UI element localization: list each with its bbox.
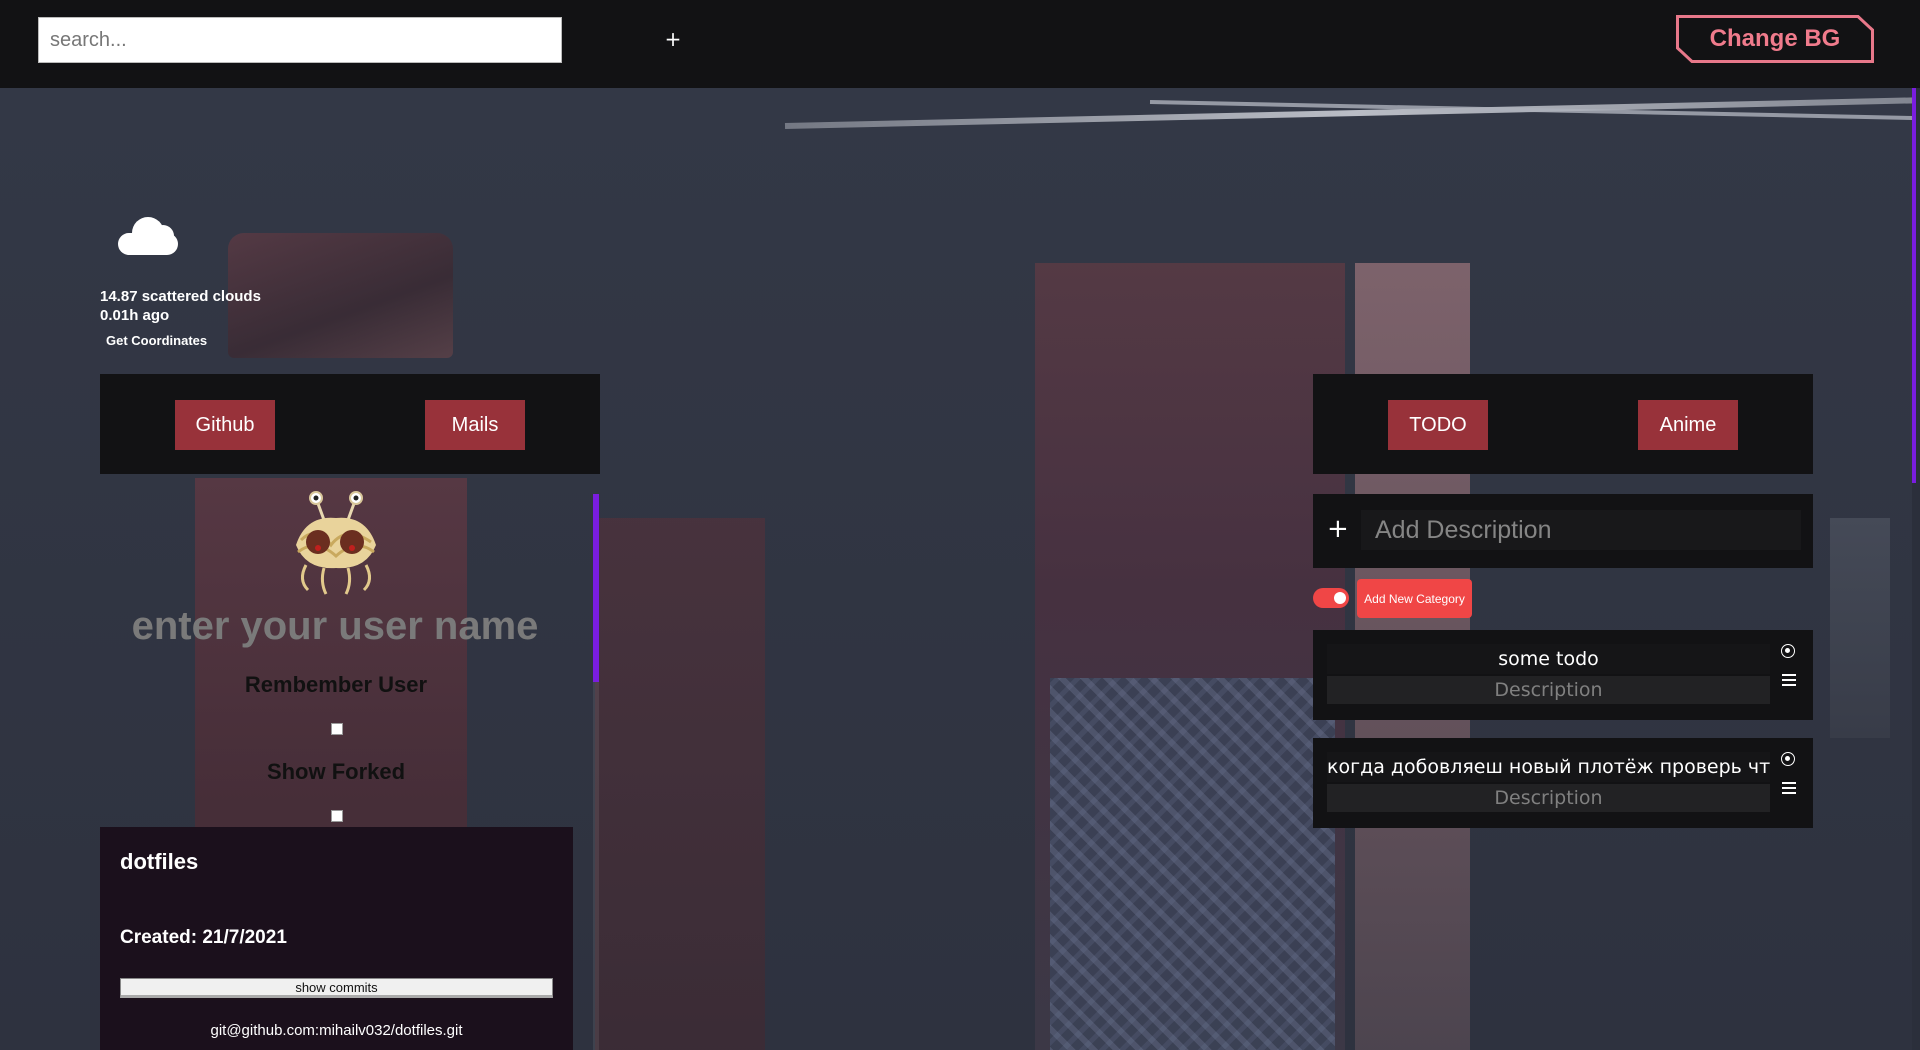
todo-button[interactable]: TODO bbox=[1388, 400, 1488, 450]
weather-updated: 0.01h ago bbox=[100, 307, 170, 324]
add-description-input[interactable] bbox=[1361, 510, 1801, 550]
repo-card: dotfiles Created: 21/7/2021 show commits… bbox=[100, 827, 573, 1050]
add-todo-bar: + bbox=[1313, 494, 1813, 568]
close-icon[interactable] bbox=[1781, 752, 1795, 766]
remember-user-label: Rembember User bbox=[244, 672, 428, 697]
get-coordinates-button[interactable]: Get Coordinates bbox=[106, 333, 207, 348]
add-button[interactable]: + bbox=[662, 24, 684, 54]
close-icon[interactable] bbox=[1781, 644, 1795, 658]
menu-icon[interactable] bbox=[1782, 782, 1796, 797]
github-scrollbar-thumb[interactable] bbox=[593, 494, 599, 682]
left-nav-panel: Github Mails bbox=[100, 374, 600, 474]
todo-description-input[interactable] bbox=[1327, 784, 1770, 812]
change-bg-button[interactable]: Change BG bbox=[1676, 15, 1874, 63]
todo-title[interactable]: some todo bbox=[1327, 644, 1770, 674]
show-forked-checkbox[interactable] bbox=[331, 810, 343, 822]
show-commits-button[interactable]: show commits bbox=[120, 978, 553, 998]
github-button[interactable]: Github bbox=[175, 400, 275, 450]
avatar bbox=[296, 491, 376, 595]
remember-user-checkbox[interactable] bbox=[331, 723, 343, 735]
repo-ssh-url: git@github.com:mihailv032/dotfiles.git bbox=[210, 1022, 463, 1039]
mails-button[interactable]: Mails bbox=[425, 400, 525, 450]
category-toggle[interactable] bbox=[1313, 588, 1349, 608]
background-door bbox=[595, 518, 765, 1050]
anime-button[interactable]: Anime bbox=[1638, 400, 1738, 450]
todo-item: когда добовляеш новый плотёж проверь чт bbox=[1313, 738, 1813, 828]
add-new-category-button[interactable]: Add New Category bbox=[1357, 579, 1472, 618]
show-forked-label: Show Forked bbox=[266, 759, 406, 784]
todo-title[interactable]: когда добовляеш новый плотёж проверь чт bbox=[1327, 752, 1770, 782]
menu-icon[interactable] bbox=[1782, 674, 1796, 689]
top-bar: + Change BG bbox=[0, 0, 1920, 88]
repo-name: dotfiles bbox=[120, 849, 199, 874]
add-todo-plus-icon[interactable]: + bbox=[1327, 514, 1349, 544]
username-input[interactable] bbox=[110, 598, 560, 654]
todo-item: some todo bbox=[1313, 630, 1813, 720]
background-pattern bbox=[1050, 678, 1335, 1050]
weather-description: 14.87 scattered clouds bbox=[100, 288, 261, 305]
toggle-knob bbox=[1334, 592, 1346, 604]
repo-created-date: Created: 21/7/2021 bbox=[120, 927, 287, 948]
page-scrollbar-thumb[interactable] bbox=[1912, 88, 1916, 483]
right-nav-panel: TODO Anime bbox=[1313, 374, 1813, 474]
weather-widget: 14.87 scattered clouds 0.01h ago Get Coo… bbox=[100, 215, 300, 348]
search-input[interactable] bbox=[38, 17, 562, 63]
cloud-icon bbox=[118, 215, 180, 257]
todo-description-input[interactable] bbox=[1327, 676, 1770, 704]
background-window bbox=[1830, 518, 1890, 738]
